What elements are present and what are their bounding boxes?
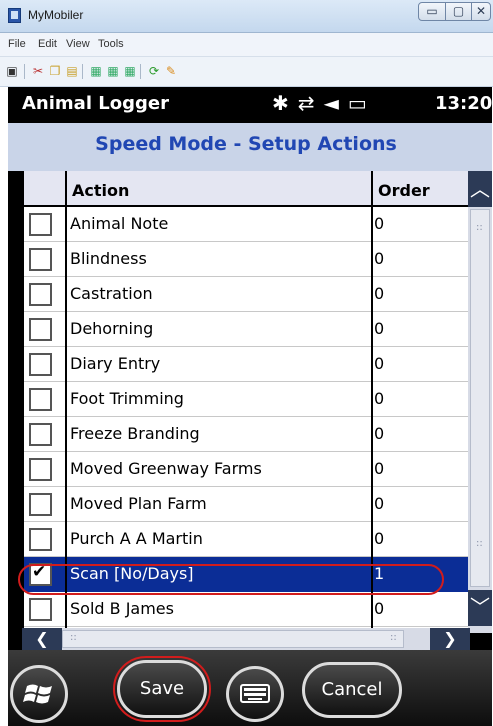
order-cell[interactable]: 0 (374, 529, 384, 548)
row-checkbox[interactable] (29, 528, 52, 551)
action-cell: Moved Greenway Farms (70, 459, 262, 478)
action-header-label: Action (72, 181, 130, 200)
scroll-down-arrow-icon[interactable]: ﹀ (468, 590, 492, 626)
scroll-grip-icon: :: (476, 222, 483, 233)
row-checkbox[interactable] (29, 423, 52, 446)
toolbar-separator (24, 64, 25, 79)
keyboard-icon (240, 684, 270, 703)
order-cell[interactable]: 0 (374, 354, 384, 373)
toolbar-separator (82, 64, 83, 79)
app-icon (8, 8, 21, 23)
capture-region-icon[interactable]: ▦ (106, 64, 120, 78)
window-title: MyMobiler (28, 8, 84, 22)
start-button[interactable] (10, 665, 68, 723)
action-cell: Sold B James (70, 599, 174, 618)
action-cell: Foot Trimming (70, 389, 184, 408)
table-row[interactable]: Castration 0 (22, 277, 468, 312)
clock: 13:20 (435, 93, 493, 114)
menu-edit[interactable]: Edit (38, 38, 57, 50)
order-cell[interactable]: 0 (374, 389, 384, 408)
grid-border-left (22, 171, 24, 628)
highlight-ring (18, 564, 444, 595)
row-checkbox[interactable] (29, 598, 52, 621)
action-cell: Dehorning (70, 319, 154, 338)
order-cell[interactable]: 0 (374, 459, 384, 478)
table-row[interactable]: Purch A A Martin 0 (22, 522, 468, 557)
row-checkbox[interactable] (29, 493, 52, 516)
order-cell[interactable]: 0 (374, 424, 384, 443)
scroll-left-arrow-icon[interactable]: ❮ (22, 628, 62, 650)
row-checkbox[interactable] (29, 353, 52, 376)
action-cell: Purch A A Martin (70, 529, 203, 548)
menu-bar: File Edit View Tools (0, 33, 493, 57)
order-cell[interactable]: 0 (374, 284, 384, 303)
row-checkbox[interactable] (29, 318, 52, 341)
grid-divider (371, 171, 373, 628)
vertical-scroll-thumb[interactable] (470, 209, 490, 587)
table-row[interactable]: Sold B James 0 (22, 592, 468, 627)
order-cell[interactable]: 0 (374, 599, 384, 618)
windows-flag-icon (23, 684, 52, 704)
action-cell: Blindness (70, 249, 147, 268)
screen-title: Speed Mode - Setup Actions (95, 133, 397, 155)
table-row[interactable]: Freeze Branding 0 (22, 417, 468, 452)
table-row[interactable]: Foot Trimming 0 (22, 382, 468, 417)
row-checkbox[interactable] (29, 283, 52, 306)
order-cell[interactable]: 0 (374, 319, 384, 338)
menu-tools[interactable]: Tools (98, 38, 124, 50)
copy-icon[interactable]: ❐ (48, 64, 62, 78)
close-button[interactable]: ✕ (471, 2, 491, 21)
capture-icon[interactable]: ▦ (89, 64, 103, 78)
order-cell[interactable]: 0 (374, 494, 384, 513)
row-checkbox[interactable] (29, 248, 52, 271)
action-cell: Diary Entry (70, 354, 161, 373)
minimize-button[interactable]: ▭ (418, 2, 446, 21)
refresh-icon[interactable]: ⟳ (147, 64, 161, 78)
cut-icon[interactable]: ✂ (31, 64, 45, 78)
action-cell: Animal Note (70, 214, 169, 233)
table-row[interactable]: Blindness 0 (22, 242, 468, 277)
order-cell[interactable]: 0 (374, 249, 384, 268)
app-name: Animal Logger (22, 93, 169, 114)
cancel-button[interactable]: Cancel (302, 662, 402, 718)
scroll-grip-icon: :: (70, 632, 77, 643)
action-cell: Castration (70, 284, 153, 303)
table-row[interactable]: Moved Plan Farm 0 (22, 487, 468, 522)
table-row[interactable]: Animal Note 0 (22, 207, 468, 242)
status-icons: ✱⇄◄▭ (272, 91, 376, 115)
row-checkbox[interactable] (29, 388, 52, 411)
horizontal-scroll-thumb[interactable] (62, 630, 404, 648)
device-icon[interactable]: ▣ (5, 64, 19, 78)
menu-file[interactable]: File (8, 38, 26, 50)
table-row[interactable]: Moved Greenway Farms 0 (22, 452, 468, 487)
scroll-right-arrow-icon[interactable]: ❯ (430, 628, 470, 650)
grid-divider (65, 171, 67, 628)
action-cell: Freeze Branding (70, 424, 200, 443)
toolbar: ▣ ✂ ❐ ▤ ▦ ▦ ▦ ⟳ ✎ (0, 57, 493, 87)
keyboard-button[interactable] (226, 666, 284, 722)
scroll-grip-icon: :: (476, 538, 483, 549)
order-header-label: Order (378, 181, 430, 200)
table-row[interactable]: Diary Entry 0 (22, 347, 468, 382)
capture-window-icon[interactable]: ▦ (123, 64, 137, 78)
table-row[interactable]: Dehorning 0 (22, 312, 468, 347)
toolbar-separator (140, 64, 141, 79)
paste-icon[interactable]: ▤ (65, 64, 79, 78)
maximize-button[interactable]: ▢ (445, 2, 472, 21)
row-checkbox[interactable] (29, 458, 52, 481)
checkbox-column-header (22, 171, 66, 207)
scroll-up-arrow-icon[interactable]: ︿ (468, 171, 492, 207)
menu-view[interactable]: View (66, 38, 90, 50)
settings-icon[interactable]: ✎ (164, 64, 178, 78)
scroll-grip-icon: :: (390, 632, 397, 643)
action-cell: Moved Plan Farm (70, 494, 207, 513)
highlight-ring (113, 656, 211, 722)
row-checkbox[interactable] (29, 213, 52, 236)
order-cell[interactable]: 0 (374, 214, 384, 233)
